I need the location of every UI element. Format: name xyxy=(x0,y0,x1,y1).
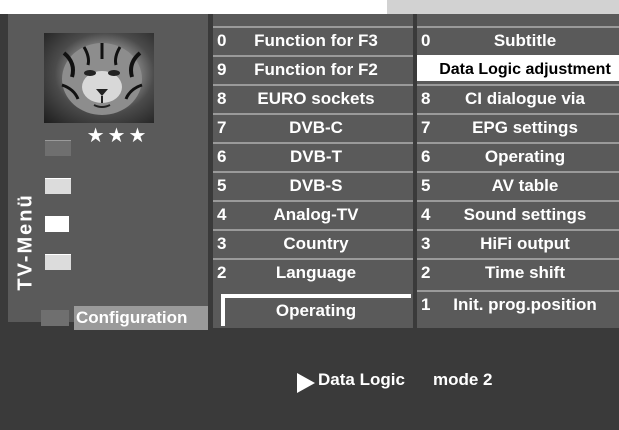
menu-item-analog-tv[interactable]: 4 Analog-TV xyxy=(213,200,413,226)
menu-item-hifi-output[interactable]: 3 HiFi output xyxy=(417,229,619,255)
menu-item-label: DVB-C xyxy=(289,118,343,137)
menu-item-label: Time shift xyxy=(485,263,565,282)
menu-item-label: HiFi output xyxy=(480,234,570,253)
menu-item-sound-settings[interactable]: 4 Sound settings xyxy=(417,200,619,226)
menu-item-time-shift[interactable]: 2 Time shift xyxy=(417,258,619,284)
level-indicator-3 xyxy=(45,216,69,232)
menu-title-vertical: TV-Menü xyxy=(11,177,41,307)
menu-item-operating-right[interactable]: 6 Operating xyxy=(417,142,619,168)
menu-item-number: 5 xyxy=(217,176,227,195)
configuration-label: Configuration xyxy=(74,306,208,330)
info-value: mode 2 xyxy=(433,370,493,389)
menu-item-data-logic-adjustment[interactable]: Data Logic adjustment xyxy=(417,55,619,81)
play-arrow-icon xyxy=(297,373,315,393)
menu-item-ci-dialogue[interactable]: 8 CI dialogue via xyxy=(417,84,619,110)
menu-item-subtitle[interactable]: 0 Subtitle xyxy=(417,26,619,52)
menu-item-label: EURO sockets xyxy=(257,89,375,108)
menu-item-function-f3[interactable]: 0 Function for F3 xyxy=(213,26,413,52)
menu-item-label: Analog-TV xyxy=(273,205,359,224)
menu-item-label: Operating xyxy=(484,147,566,166)
menu-item-label: DVB-S xyxy=(289,176,343,195)
left-panel: ★★★ TV-Menü Configuration xyxy=(8,14,208,330)
menu-item-label: Data Logic adjustment xyxy=(439,61,611,78)
rating-stars: ★★★ xyxy=(86,125,150,147)
right-menu-column: 0 Subtitle Data Logic adjustment 8 CI di… xyxy=(417,14,619,328)
menu-item-label: Sound settings xyxy=(463,205,587,224)
menu-item-number: 2 xyxy=(217,263,227,282)
menu-item-label: Language xyxy=(275,263,357,282)
menu-item-label: Operating xyxy=(275,301,357,320)
menu-item-label: Function for F3 xyxy=(254,31,378,50)
menu-item-init-prog-position[interactable]: 1 Init. prog.position xyxy=(417,290,619,316)
menu-item-label: Function for F2 xyxy=(254,60,378,79)
menu-item-country[interactable]: 3 Country xyxy=(213,229,413,255)
info-label: Data Logic xyxy=(318,370,405,389)
menu-item-number: 9 xyxy=(217,60,227,79)
menu-item-label: Country xyxy=(283,234,349,253)
level-indicator-4 xyxy=(45,254,71,270)
menu-item-label: Init. prog.position xyxy=(453,295,597,314)
menu-item-dvb-s[interactable]: 5 DVB-S xyxy=(213,171,413,197)
menu-item-number: 3 xyxy=(217,234,227,253)
menu-item-label: Subtitle xyxy=(493,31,557,50)
menu-item-dvb-t[interactable]: 6 DVB-T xyxy=(213,142,413,168)
tiger-thumbnail-image xyxy=(44,33,154,123)
menu-item-number: 7 xyxy=(217,118,227,137)
menu-item-label: DVB-T xyxy=(290,147,342,166)
menu-item-number: 0 xyxy=(217,31,227,50)
menu-item-label: EPG settings xyxy=(472,118,578,137)
level-indicator-1 xyxy=(45,140,71,156)
menu-item-dvb-c[interactable]: 7 DVB-C xyxy=(213,113,413,139)
menu-item-function-f2[interactable]: 9 Function for F2 xyxy=(213,55,413,81)
menu-item-label: CI dialogue via xyxy=(465,89,585,108)
tv-menu-screen: ★★★ TV-Menü Configuration 0 Function for… xyxy=(0,0,619,430)
menu-item-epg-settings[interactable]: 7 EPG settings xyxy=(417,113,619,139)
top-strip xyxy=(387,0,619,14)
menu-item-number: 8 xyxy=(217,89,227,108)
menu-item-number: 4 xyxy=(217,205,227,224)
menu-item-euro-sockets[interactable]: 8 EURO sockets xyxy=(213,84,413,110)
menu-item-label: AV table xyxy=(491,176,559,195)
menu-item-av-table[interactable]: 5 AV table xyxy=(417,171,619,197)
menu-item-language[interactable]: 2 Language xyxy=(213,258,413,284)
menu-title: TV-Menü xyxy=(14,193,37,291)
menu-item-operating[interactable]: Operating xyxy=(213,298,413,324)
middle-menu-column: 0 Function for F3 9 Function for F2 8 EU… xyxy=(213,14,413,328)
menu-item-number: 6 xyxy=(217,147,227,166)
configuration-indicator xyxy=(41,310,69,326)
level-indicator-2 xyxy=(45,178,71,194)
